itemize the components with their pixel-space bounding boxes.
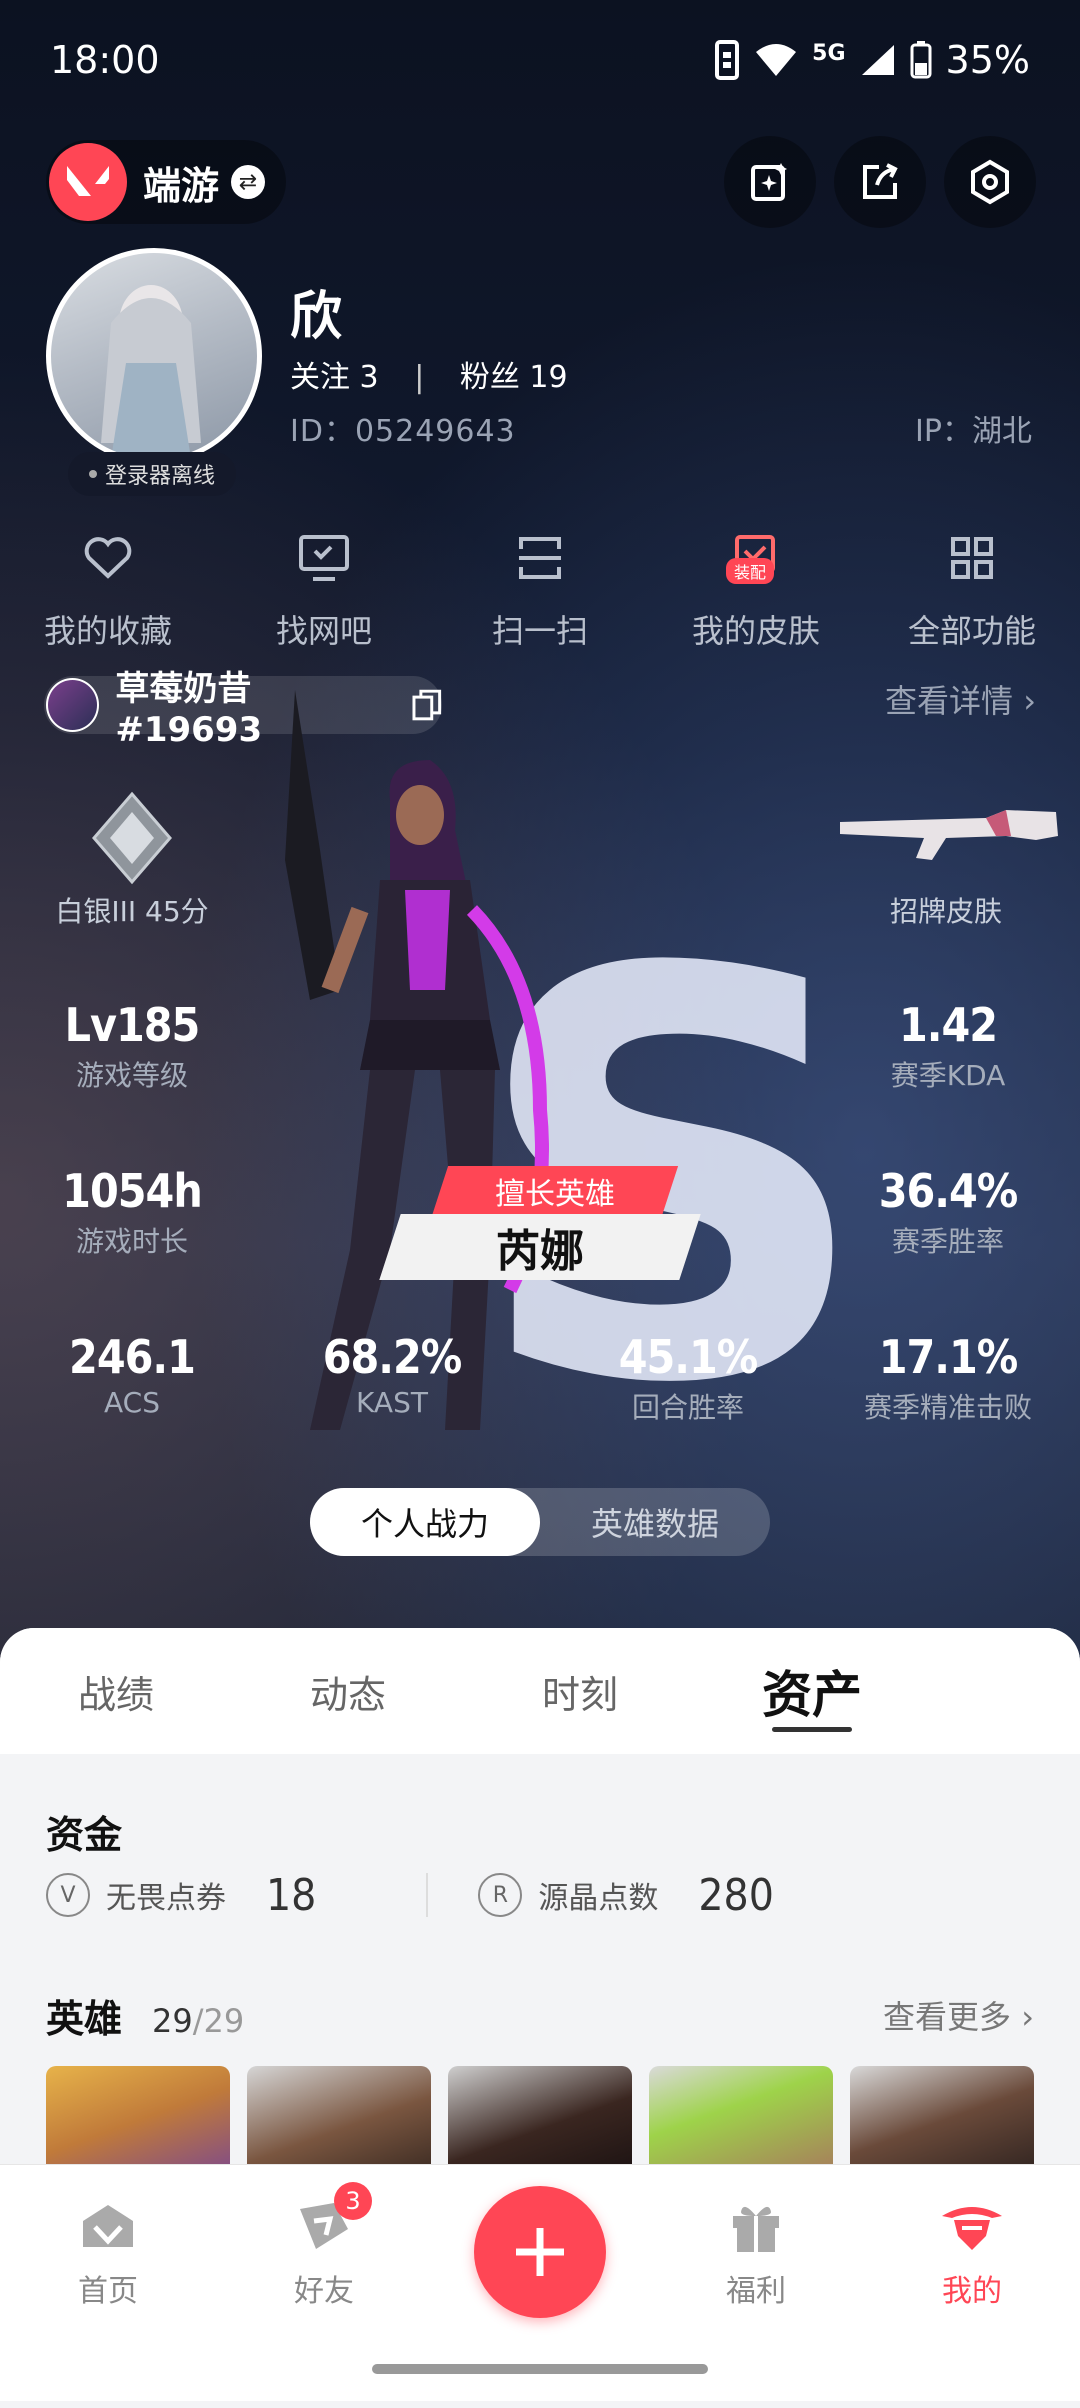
grid-icon — [951, 537, 993, 579]
agent-card[interactable] — [247, 2066, 431, 2176]
status-bar: 18:00 5G 35% — [50, 38, 1030, 88]
best-hero-name[interactable]: 芮娜 — [379, 1214, 701, 1280]
app-name: 端游 — [143, 163, 220, 208]
scan-icon — [519, 537, 561, 579]
ip-location: IP：湖北 — [915, 414, 1032, 449]
wifi-icon — [756, 44, 797, 76]
fans-label: 粉丝 — [459, 360, 520, 395]
stat-kda: 1.42 赛季KDA — [890, 998, 1006, 1092]
fans-count: 19 — [529, 360, 568, 395]
create-post-button[interactable] — [474, 2186, 606, 2318]
view-details-link[interactable]: 查看详情 › — [885, 676, 1036, 722]
home-indicator — [372, 2364, 708, 2374]
heroes-owned: 29 — [152, 2002, 193, 2040]
heroes-more-link[interactable]: 查看更多 › — [883, 1992, 1034, 2038]
nav-friends[interactable]: 3 好友 — [244, 2182, 404, 2310]
stat-kast: 68.2% KAST — [322, 1330, 463, 1419]
stat-acs: 246.1 ACS — [69, 1330, 196, 1419]
funds-title: 资金 — [46, 1813, 123, 1857]
nav-rewards[interactable]: 福利 — [676, 2196, 836, 2310]
quick-internet-cafe[interactable]: 找网吧 — [216, 528, 432, 652]
friends-badge: 3 — [334, 2182, 372, 2220]
chevron-right-icon: › — [1023, 682, 1036, 720]
share-button[interactable] — [834, 136, 926, 228]
nav-me[interactable]: 我的 — [892, 2196, 1052, 2310]
agent-card[interactable] — [448, 2066, 632, 2176]
battery-icon — [910, 41, 932, 79]
rank-silver-icon — [92, 791, 172, 885]
quick-favorites[interactable]: 我的收藏 — [0, 528, 216, 652]
swap-icon: ⇄ — [231, 165, 266, 199]
vibrate-icon — [715, 40, 740, 80]
best-hero-tag: 擅长英雄 — [431, 1166, 679, 1216]
content-tabs: 战绩 动态 时刻 资产 — [0, 1628, 1080, 1754]
agent-card[interactable] — [850, 2066, 1034, 2176]
app-switcher[interactable]: 端游 ⇄ — [46, 140, 286, 224]
stat-level: Lv185 游戏等级 — [64, 998, 201, 1092]
stat-hours: 1054h 游戏时长 — [62, 1164, 203, 1258]
follow-label: 关注 — [290, 360, 350, 395]
status-time: 18:00 — [50, 38, 160, 82]
username: 欣 — [290, 287, 343, 347]
follow-count: 3 — [359, 360, 379, 395]
nav-home[interactable]: 首页 — [28, 2196, 188, 2310]
quick-scan[interactable]: 扫一扫 — [432, 528, 648, 652]
stats-segment-control: 个人战力 英雄数据 — [310, 1488, 770, 1556]
settings-hexagon-icon — [971, 159, 1009, 205]
valorant-points-icon: V — [46, 1873, 90, 1917]
home-icon — [83, 2205, 133, 2247]
vp-label: 无畏点券 — [106, 1881, 226, 1916]
valorant-logo-icon — [49, 143, 127, 221]
segment-personal[interactable]: 个人战力 — [310, 1488, 540, 1556]
heroes-header: 英雄 29 / 29 — [46, 1988, 244, 2043]
battery-level: 35% — [945, 38, 1030, 82]
plus-icon — [516, 2228, 564, 2276]
rp-label: 源晶点数 — [538, 1881, 659, 1916]
agent-card[interactable] — [46, 2066, 230, 2176]
tab-assets[interactable]: 资产 — [696, 1628, 928, 1754]
launcher-status-badge: 登录器离线 — [68, 452, 236, 496]
chevron-right-icon: › — [1021, 1998, 1034, 2036]
card-edit-button[interactable] — [724, 136, 816, 228]
stat-precision-kills: 17.1% 赛季精准击败 — [863, 1330, 1032, 1424]
agent-card[interactable] — [649, 2066, 833, 2176]
vandal-skin-icon — [840, 810, 1058, 860]
vp-value: 18 — [266, 1869, 317, 1921]
segment-heroes[interactable]: 英雄数据 — [540, 1488, 770, 1556]
tab-feed[interactable]: 动态 — [232, 1628, 464, 1754]
radianite-points-icon: R — [478, 1873, 523, 1917]
signal-icon — [861, 45, 894, 75]
stat-winrate: 36.4% 赛季胜率 — [878, 1164, 1019, 1258]
heroes-title: 英雄 — [46, 1997, 123, 2041]
settings-button[interactable] — [944, 136, 1036, 228]
heart-icon — [84, 537, 132, 579]
monitor-icon — [299, 535, 349, 581]
stat-round-winrate: 45.1% 回合胜率 — [618, 1330, 759, 1424]
signature-skin-label: 招牌皮肤 — [889, 895, 1002, 928]
share-icon — [863, 163, 898, 199]
game-avatar — [46, 678, 100, 732]
agent-list — [46, 2066, 1034, 2176]
funds-row: V 无畏点券 18 R 源晶点数 280 — [46, 1860, 1036, 1930]
quick-my-skins[interactable]: 装配 我的皮肤 — [648, 528, 864, 652]
equip-badge: 装配 — [726, 558, 775, 584]
tab-record[interactable]: 战绩 — [0, 1628, 232, 1754]
heroes-total: 29 — [203, 2002, 245, 2040]
user-id: ID：05249643 — [290, 414, 516, 449]
tab-moments[interactable]: 时刻 — [464, 1628, 696, 1754]
edit-card-icon — [751, 163, 787, 201]
quick-all-features[interactable]: 全部功能 — [864, 528, 1080, 652]
quick-actions: 我的收藏 找网吧 扫一扫 装配 我的皮肤 全部功能 — [0, 528, 1080, 652]
network-type: 5G — [812, 40, 846, 66]
rp-value: 280 — [698, 1869, 774, 1921]
rank-label: 白银III 45分 — [55, 895, 209, 928]
avatar[interactable] — [46, 248, 262, 464]
funds-divider — [426, 1873, 429, 1917]
gift-icon — [733, 2206, 779, 2252]
follow-stats[interactable]: 关注 3 | 粉丝 19 — [290, 352, 568, 396]
agent-profile-icon — [942, 2207, 1002, 2250]
